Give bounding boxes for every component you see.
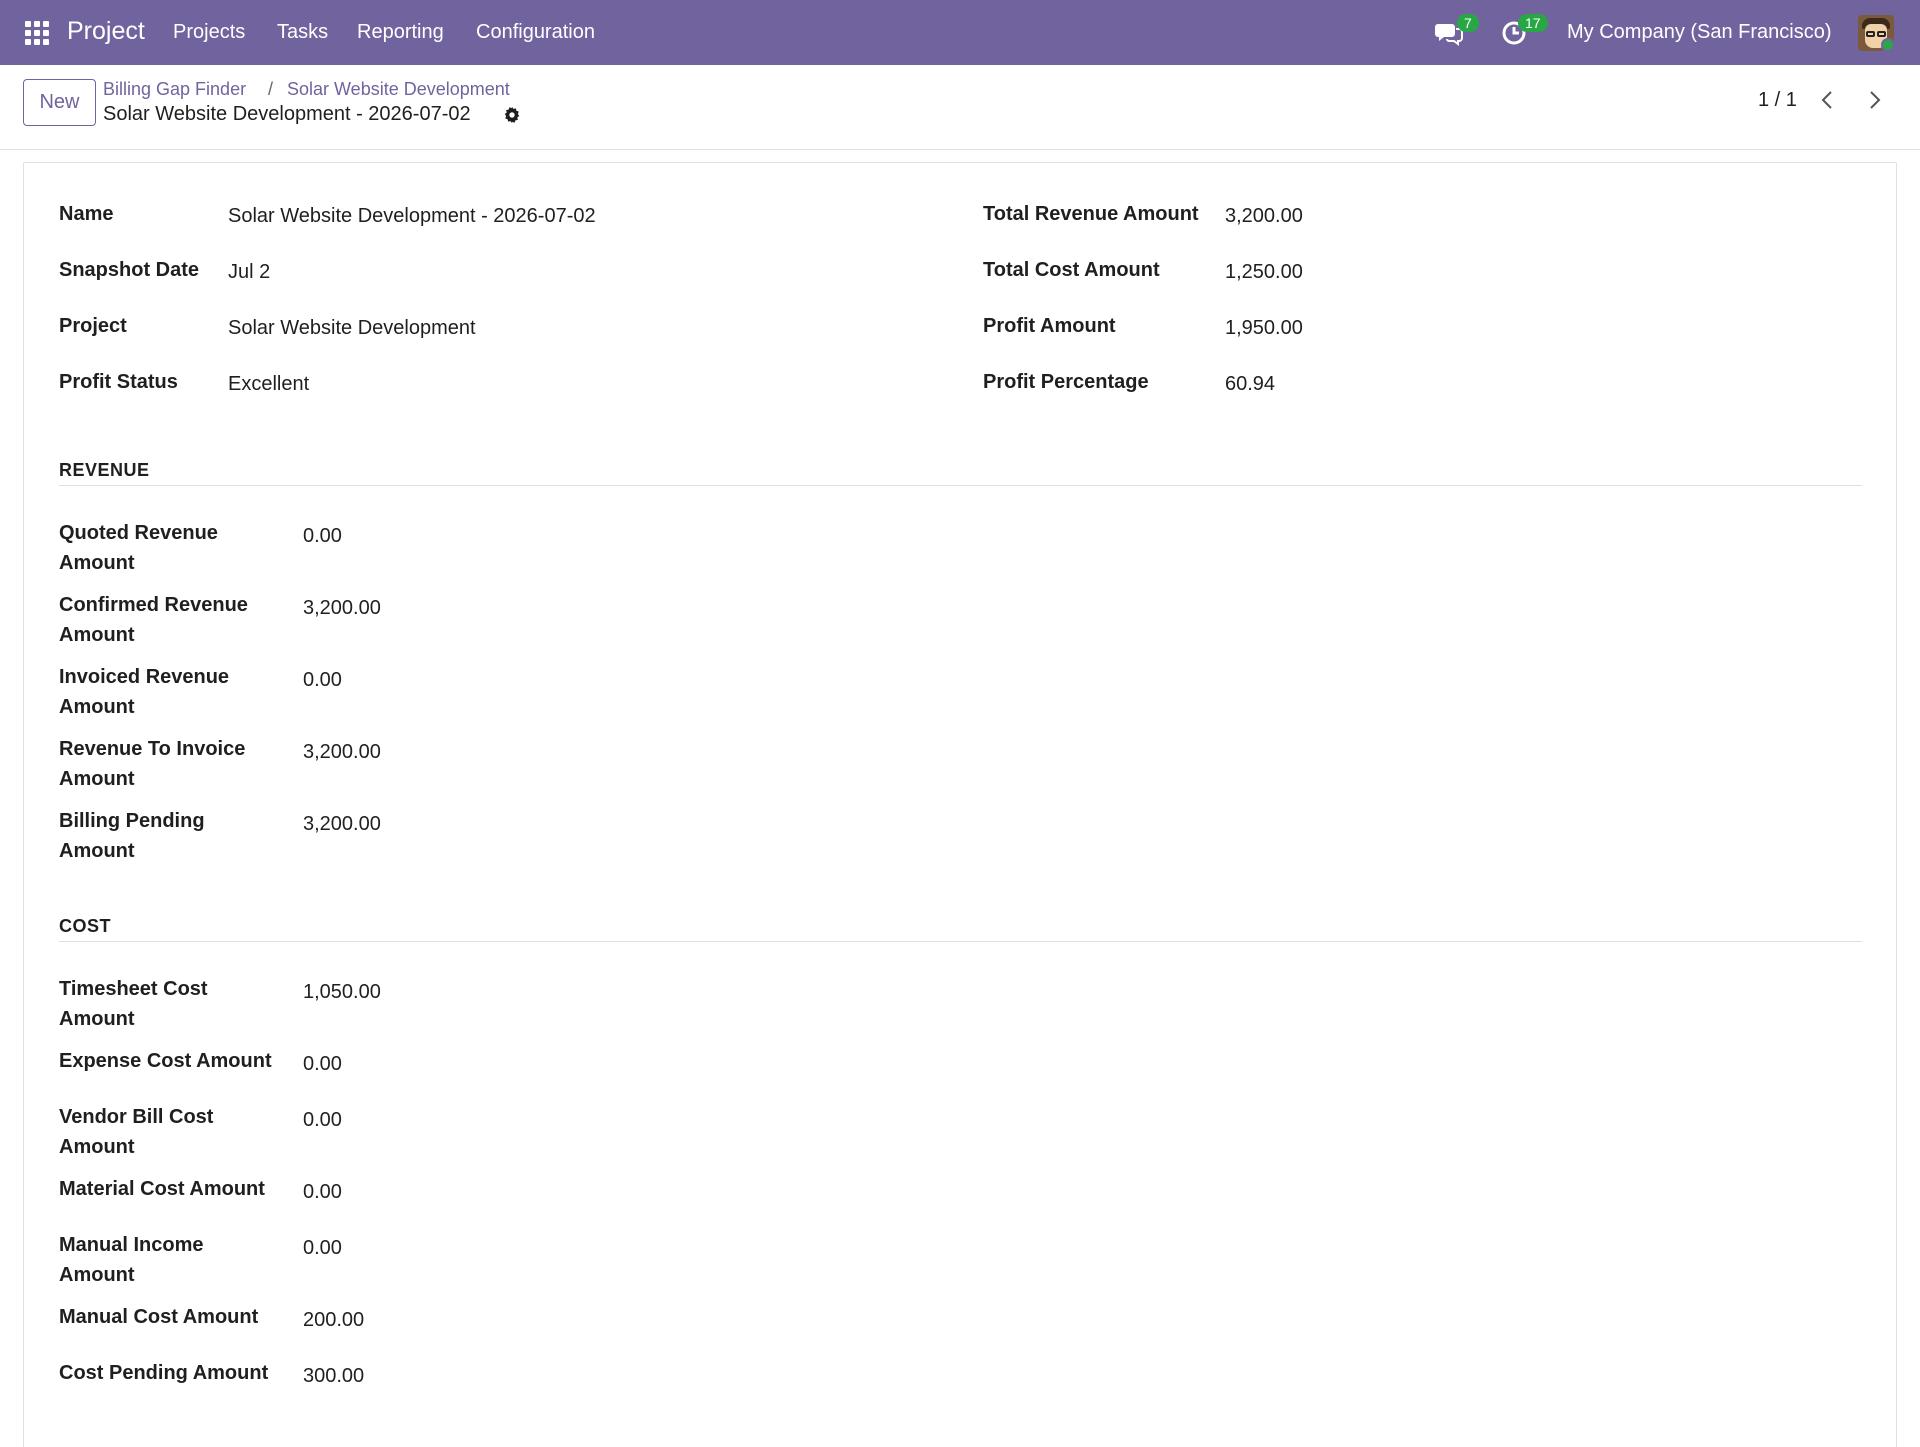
field-label-total-cost: Total Cost Amount xyxy=(983,259,1160,281)
field-label-cost-pending: Cost Pending Amount xyxy=(59,1362,269,1384)
field-value-revenue-to-invoice[interactable]: 3,200.00 xyxy=(303,737,381,767)
breadcrumb-billing-gap-finder[interactable]: Billing Gap Finder xyxy=(103,79,246,100)
menu-projects[interactable]: Projects xyxy=(173,21,245,44)
field-label-profit-percentage: Profit Percentage xyxy=(983,371,1149,393)
field-value-cost-pending[interactable]: 300.00 xyxy=(303,1361,364,1391)
chevron-left-icon[interactable] xyxy=(1815,87,1841,113)
field-label-material-cost: Material Cost Amount xyxy=(59,1178,265,1200)
field-value-profit-status[interactable]: Excellent xyxy=(228,369,309,399)
top-navbar: Project Projects Tasks Reporting Configu… xyxy=(0,0,1920,65)
field-value-confirmed-revenue[interactable]: 3,200.00 xyxy=(303,593,381,623)
field-value-manual-cost[interactable]: 200.00 xyxy=(303,1305,364,1335)
field-label-total-revenue: Total Revenue Amount xyxy=(983,203,1199,225)
section-title-cost: COST xyxy=(59,916,112,936)
chevron-right-icon[interactable] xyxy=(1861,87,1887,113)
field-value-project[interactable]: Solar Website Development xyxy=(228,313,476,343)
field-value-vendor-bill-cost[interactable]: 0.00 xyxy=(303,1105,342,1135)
field-value-billing-pending[interactable]: 3,200.00 xyxy=(303,809,381,839)
field-label-profit-amount: Profit Amount xyxy=(983,315,1116,337)
section-divider-revenue xyxy=(59,485,1862,486)
activities-badge: 17 xyxy=(1518,14,1548,32)
field-value-name[interactable]: Solar Website Development - 2026-07-02 xyxy=(228,201,596,231)
company-switcher[interactable]: My Company (San Francisco) xyxy=(1567,21,1832,44)
field-label-billing-pending: Billing Pending Amount xyxy=(59,810,205,862)
field-label-profit-status: Profit Status xyxy=(59,371,178,393)
field-value-expense-cost[interactable]: 0.00 xyxy=(303,1049,342,1079)
field-label-project: Project xyxy=(59,315,127,337)
control-panel: New Billing Gap Finder / Solar Website D… xyxy=(0,65,1920,150)
section-divider-cost xyxy=(59,941,1862,942)
gear-icon[interactable] xyxy=(503,106,521,124)
menu-configuration[interactable]: Configuration xyxy=(476,21,595,44)
field-value-profit-amount[interactable]: 1,950.00 xyxy=(1225,313,1303,343)
field-value-timesheet-cost[interactable]: 1,050.00 xyxy=(303,977,381,1007)
field-label-confirmed-revenue: Confirmed Revenue Amount xyxy=(59,594,248,646)
section-title-revenue: REVENUE xyxy=(59,460,150,480)
field-value-invoiced-revenue[interactable]: 0.00 xyxy=(303,665,342,695)
field-value-material-cost[interactable]: 0.00 xyxy=(303,1177,342,1207)
field-value-quoted-revenue[interactable]: 0.00 xyxy=(303,521,342,551)
breadcrumb-separator: / xyxy=(268,79,274,99)
field-label-vendor-bill-cost: Vendor Bill Cost Amount xyxy=(59,1106,214,1158)
field-label-manual-cost: Manual Cost Amount xyxy=(59,1306,259,1328)
field-label-invoiced-revenue: Invoiced Revenue Amount xyxy=(59,666,230,718)
field-value-profit-percentage[interactable]: 60.94 xyxy=(1225,369,1275,399)
field-label-manual-income: Manual Income Amount xyxy=(59,1234,204,1286)
field-label-name: Name xyxy=(59,203,114,225)
breadcrumb-solar-website[interactable]: Solar Website Development xyxy=(287,79,510,100)
menu-tasks[interactable]: Tasks xyxy=(277,21,328,44)
field-value-total-revenue[interactable]: 3,200.00 xyxy=(1225,201,1303,231)
field-label-snapshot-date: Snapshot Date xyxy=(59,259,200,281)
app-menu-grid-icon[interactable] xyxy=(25,21,49,45)
app-brand[interactable]: Project xyxy=(67,17,145,46)
new-button[interactable]: New xyxy=(23,79,96,126)
field-value-snapshot-date[interactable]: Jul 2 xyxy=(228,257,270,287)
messages-badge: 7 xyxy=(1457,14,1479,32)
online-status-dot xyxy=(1881,38,1895,52)
pager-value[interactable]: 1 / 1 xyxy=(1758,89,1797,112)
record-title: Solar Website Development - 2026-07-02 xyxy=(103,103,471,125)
field-value-total-cost[interactable]: 1,250.00 xyxy=(1225,257,1303,287)
field-label-timesheet-cost: Timesheet Cost Amount xyxy=(59,978,208,1030)
field-label-quoted-revenue: Quoted Revenue Amount xyxy=(59,522,218,574)
field-label-expense-cost: Expense Cost Amount xyxy=(59,1050,272,1072)
field-value-manual-income[interactable]: 0.00 xyxy=(303,1233,342,1263)
field-label-revenue-to-invoice: Revenue To Invoice Amount xyxy=(59,738,246,790)
form-sheet: Name Solar Website Development - 2026-07… xyxy=(23,162,1897,1447)
menu-reporting[interactable]: Reporting xyxy=(357,21,444,44)
